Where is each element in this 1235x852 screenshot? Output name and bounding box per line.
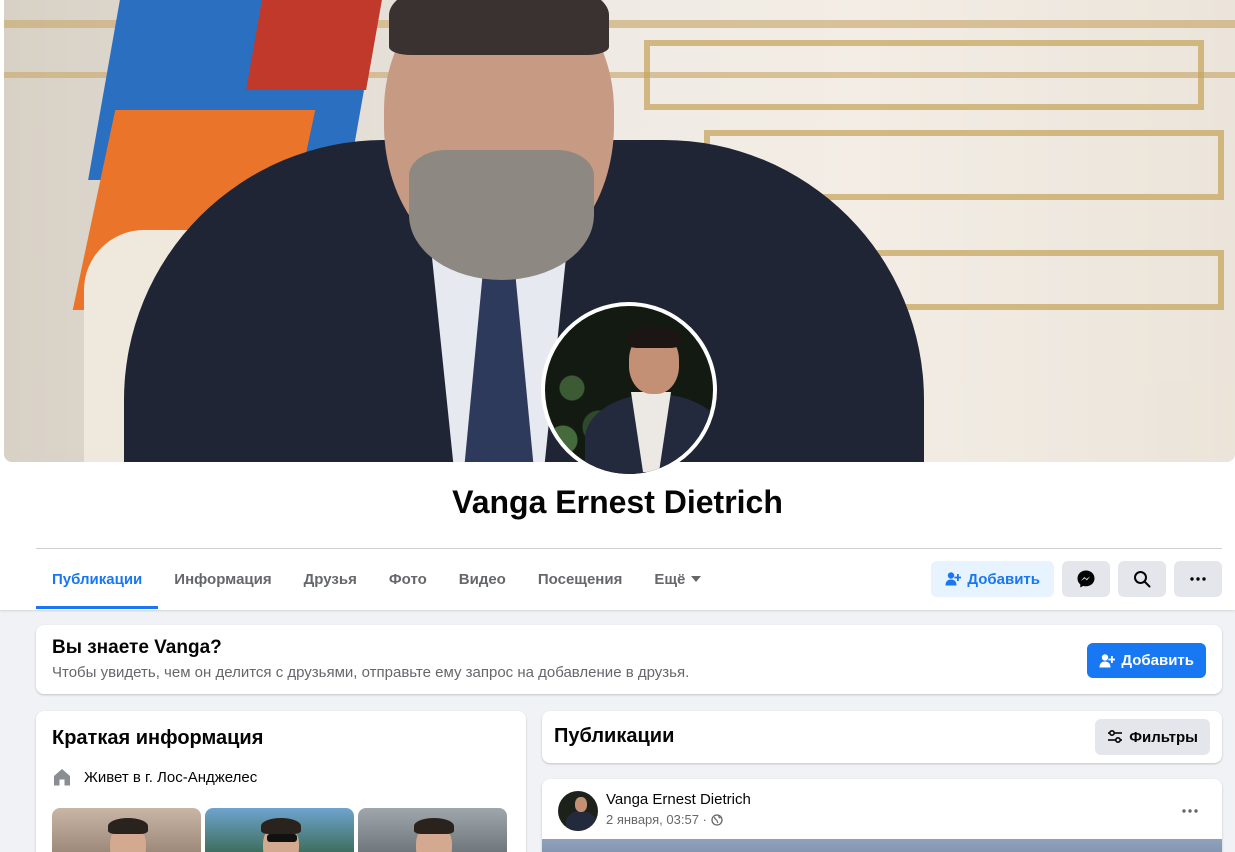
photo-hair [414,818,454,834]
add-friend-label: Добавить [967,570,1040,588]
intro-photo[interactable] [52,808,201,852]
avatar-face [575,797,587,812]
caret-down-icon [691,576,702,582]
home-icon [54,769,70,786]
add-friend-primary-button[interactable]: Добавить [1087,643,1206,678]
intro-title: Краткая информация [52,727,264,749]
post-date[interactable]: 2 января, 03:57 · [606,812,707,827]
profile-actions: Добавить [931,561,1222,597]
photo-sunglasses [267,834,297,842]
intro-photos [52,808,507,852]
filters-label: Фильтры [1129,728,1198,746]
tab-photos[interactable]: Фото [373,549,443,609]
post-image[interactable] [542,839,1222,852]
cover-flag-red [246,0,382,90]
know-subtitle: Чтобы увидеть, чем он делится с друзьями… [52,664,690,681]
profile-header: Vanga Ernest Dietrich Публикации Информа… [0,0,1235,610]
photo-hair [108,818,148,834]
avatar-image [545,306,713,474]
filters-button[interactable]: Фильтры [1095,719,1210,755]
cover-frame [644,40,1204,110]
profile-name: Vanga Ernest Dietrich [452,484,783,520]
globe-icon [711,813,723,826]
posts-title: Публикации [554,725,675,747]
profile-tabs: Публикации Информация Друзья Фото Видео … [36,549,717,609]
messenger-icon [1077,570,1095,588]
tab-label: Публикации [52,570,143,588]
tab-label: Видео [458,570,506,588]
tab-check-ins[interactable]: Посещения [522,549,638,609]
more-icon [1190,577,1206,581]
intro-photo[interactable] [358,808,507,852]
post-author-avatar[interactable] [558,791,598,831]
tab-posts[interactable]: Публикации [36,549,159,609]
tab-label: Фото [388,570,427,588]
more-icon [1182,809,1198,813]
avatar-hair [627,326,681,348]
know-person-card: Вы знаете Vanga? Чтобы увидеть, чем он д… [36,625,1222,694]
more-options-button[interactable] [1174,561,1222,597]
post-author-name[interactable]: Vanga Ernest Dietrich [606,791,751,808]
photo-hair [261,818,301,834]
search-icon [1134,571,1151,588]
intro-card: Краткая информация Живет в г. Лос-Анджел… [36,711,526,852]
filters-icon [1108,729,1123,744]
posts-header-card: Публикации Фильтры [542,711,1222,763]
search-button[interactable] [1118,561,1166,597]
add-friend-icon [1099,653,1116,667]
profile-avatar[interactable] [541,302,717,478]
tab-label: Ещё [654,570,686,588]
intro-lives-in-text: Живет в г. Лос-Анджелес [84,768,258,786]
tab-label: Информация [174,570,272,588]
post-card: Vanga Ernest Dietrich 2 января, 03:57 · [542,779,1222,852]
intro-photo[interactable] [205,808,354,852]
tab-label: Друзья [303,570,357,588]
tab-videos[interactable]: Видео [443,549,522,609]
know-title: Вы знаете Vanga? [52,637,222,658]
intro-lives-in: Живет в г. Лос-Анджелес [52,767,257,787]
add-friend-primary-label: Добавить [1121,652,1194,669]
tab-label: Посещения [537,570,623,588]
tab-about[interactable]: Информация [158,549,287,609]
post-more-button[interactable] [1172,793,1208,829]
tab-friends[interactable]: Друзья [288,549,373,609]
avatar-body [566,811,596,831]
cover-hair [389,0,609,55]
cover-beard [409,150,594,280]
add-friend-button[interactable]: Добавить [931,561,1054,597]
post-meta: 2 января, 03:57 · [606,812,723,827]
tab-more[interactable]: Ещё [638,549,717,609]
add-friend-icon [945,572,962,586]
messenger-button[interactable] [1062,561,1110,597]
